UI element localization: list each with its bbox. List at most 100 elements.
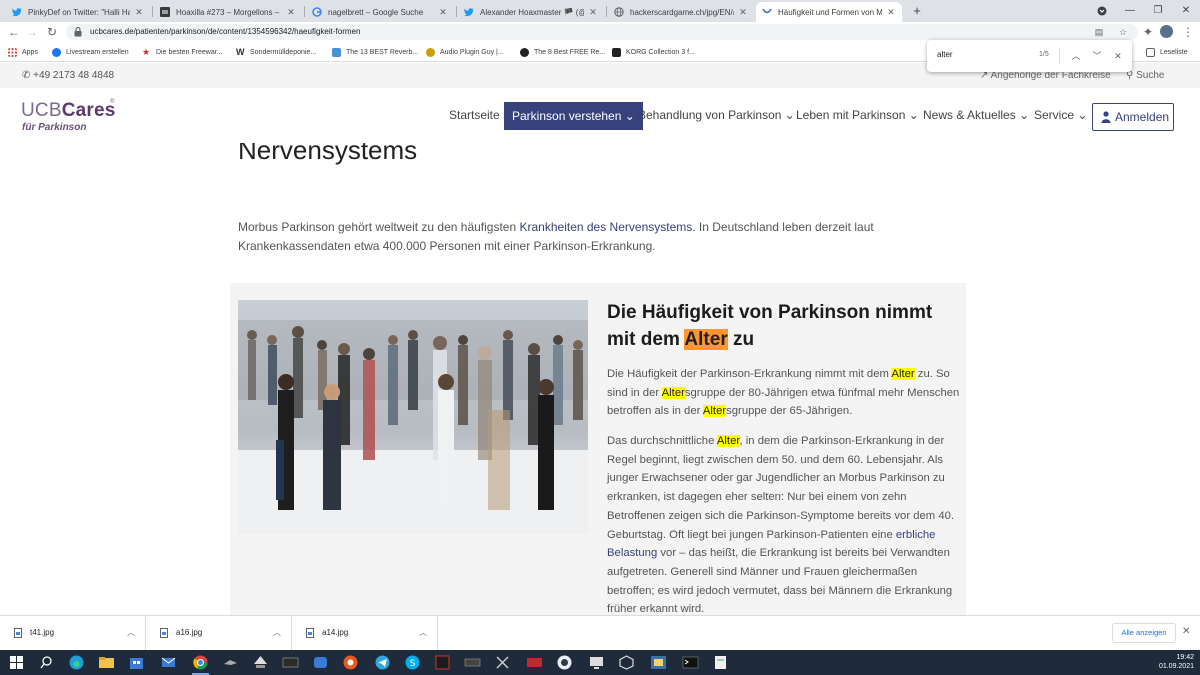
nav-parkinson-verstehen[interactable]: Parkinson verstehen ⌄: [504, 102, 643, 130]
svg-text:S: S: [410, 659, 416, 669]
tab-separator: [152, 6, 153, 17]
profile-avatar[interactable]: [1160, 25, 1173, 38]
login-button[interactable]: Anmelden: [1092, 103, 1174, 131]
logo[interactable]: UCBCares: [21, 100, 116, 122]
clock-time: 19:42: [1176, 654, 1194, 661]
bookmark-freeware[interactable]: ★ Die besten Freewar...: [142, 46, 223, 58]
chevron-up-icon[interactable]: ︿: [419, 627, 427, 638]
window-close-icon[interactable]: ✕: [1172, 0, 1200, 22]
bookmark-best-free[interactable]: The 8 Best FREE Re...: [520, 46, 605, 58]
download-shelf: t41.jpg ︿ a16.jpg ︿ a14.jpg ︿ Alle anzei…: [0, 615, 1200, 651]
nav-label: News & Aktuelles: [923, 108, 1016, 122]
notepad-icon[interactable]: [712, 654, 729, 671]
telegram-icon[interactable]: [374, 654, 391, 671]
search-label: Suche: [1136, 70, 1165, 81]
chevron-up-icon[interactable]: ︿: [127, 627, 135, 638]
app-monitor-icon[interactable]: [588, 654, 605, 671]
back-button[interactable]: ←: [6, 24, 22, 40]
minimize-icon[interactable]: —: [1116, 0, 1144, 22]
tab-1[interactable]: PinkyDef on Twitter: "Halli Hallo @ ✕: [6, 2, 150, 22]
bookmark-reverb[interactable]: The 13 BEST Reverb...: [332, 46, 418, 58]
search-icon[interactable]: [38, 654, 55, 671]
site-header: UCBCares ® für Parkinson Startseite Park…: [0, 88, 1200, 143]
app-cloud-icon[interactable]: [312, 654, 329, 671]
link-search[interactable]: ⚲ Suche: [1126, 70, 1164, 81]
find-input[interactable]: [937, 50, 1027, 59]
app-grid-red-icon[interactable]: [434, 654, 451, 671]
bookmark-plugin-guy[interactable]: Audio Plugin Guy |...: [426, 46, 504, 58]
close-icon[interactable]: ✕: [438, 7, 448, 18]
tab-2[interactable]: Hoaxilla #273 – Morgellons – HO ✕: [154, 2, 302, 22]
chevron-down-icon: ⌄: [908, 108, 919, 122]
address-bar[interactable]: ucbcares.de/patienten/parkinson/de/conte…: [66, 24, 1138, 40]
phone-number[interactable]: ✆ +49 2173 48 4848: [22, 70, 114, 81]
extensions-icon[interactable]: ✦: [1140, 24, 1156, 40]
forward-button[interactable]: →: [24, 24, 40, 40]
terminal-icon[interactable]: [682, 654, 699, 671]
restore-icon[interactable]: ❐: [1144, 0, 1172, 22]
tab-4[interactable]: Alexander Hoaxmaster 🏴 (@Ale ✕: [458, 2, 604, 22]
reading-list[interactable]: Leseliste: [1146, 46, 1188, 58]
bookmark-korg[interactable]: KORG Collection 3 f...: [612, 46, 695, 58]
app-red-badge-icon[interactable]: [526, 654, 543, 671]
plugin-icon: [426, 47, 435, 57]
store-icon[interactable]: [128, 654, 145, 671]
download-item[interactable]: a14.jpg ︿: [292, 616, 438, 651]
tab-5[interactable]: hackerscardgame.ch/jpg/EN/#a1 ✕: [608, 2, 754, 22]
show-all-downloads-button[interactable]: Alle anzeigen: [1112, 623, 1176, 643]
app-scissors-icon[interactable]: [494, 654, 511, 671]
windows-start-icon[interactable]: [8, 654, 25, 671]
close-icon[interactable]: ✕: [588, 7, 598, 18]
bookmark-sondermuell[interactable]: W Sondermülldeponie...: [236, 46, 316, 58]
app-chat-icon[interactable]: [556, 654, 573, 671]
chevron-down-icon: ⌄: [784, 108, 795, 122]
bookmark-star-icon[interactable]: ☆: [1116, 25, 1130, 39]
nav-startseite[interactable]: Startseite: [449, 108, 500, 122]
app-live-icon[interactable]: [282, 654, 299, 671]
bookmark-livestream[interactable]: Livestream erstellen: [52, 46, 129, 58]
mail-icon[interactable]: [160, 654, 177, 671]
reload-button[interactable]: ↻: [44, 24, 60, 40]
close-icon[interactable]: ✕: [1182, 626, 1190, 637]
menu-icon[interactable]: ⋮: [1180, 24, 1196, 40]
chrome-icon[interactable]: [192, 654, 209, 671]
nav-leben[interactable]: Leben mit Parkinson ⌄: [796, 108, 919, 122]
new-tab-button[interactable]: +: [908, 2, 926, 20]
close-icon[interactable]: ✕: [1110, 48, 1126, 64]
chevron-up-icon[interactable]: ︿: [1068, 48, 1084, 64]
page-content: Nervensystems Morbus Parkinson gehört we…: [0, 143, 1200, 615]
app-inkscape-icon[interactable]: [252, 654, 269, 671]
chevron-down-icon: ⌄: [624, 109, 635, 123]
chevron-up-icon[interactable]: ︿: [273, 627, 281, 638]
nav-behandlung[interactable]: Behandlung von Parkinson ⌄: [638, 108, 795, 122]
tab-search-icon[interactable]: [1088, 0, 1116, 22]
skype-icon[interactable]: S: [404, 654, 421, 671]
download-item[interactable]: t41.jpg ︿: [0, 616, 146, 651]
file-explorer-icon[interactable]: [98, 654, 115, 671]
download-item[interactable]: a16.jpg ︿: [146, 616, 292, 651]
close-icon[interactable]: ✕: [738, 7, 748, 18]
bookmark-label: Apps: [22, 48, 38, 56]
link-nervous-system-diseases[interactable]: Krankheiten des Nervensystems: [520, 220, 693, 234]
app-bird-icon[interactable]: [222, 654, 239, 671]
nav-service[interactable]: Service ⌄: [1034, 108, 1087, 122]
app-keyboard-icon[interactable]: [464, 654, 481, 671]
nav-news[interactable]: News & Aktuelles ⌄: [923, 108, 1029, 122]
close-icon[interactable]: ✕: [886, 7, 896, 18]
chevron-down-icon[interactable]: ﹀: [1089, 48, 1105, 64]
download-filename: a14.jpg: [322, 628, 349, 637]
app-window-icon[interactable]: [650, 654, 667, 671]
bookmark-apps[interactable]: Apps: [8, 46, 38, 58]
close-icon[interactable]: ✕: [286, 7, 296, 18]
tab-6-active[interactable]: Häufigkeit und Formen von Morb ✕: [756, 2, 902, 22]
app-orange-icon[interactable]: [342, 654, 359, 671]
page-action-icon[interactable]: ▤: [1092, 25, 1106, 39]
tab-title: hackerscardgame.ch/jpg/EN/#a1: [630, 7, 734, 17]
app-cube-icon[interactable]: [618, 654, 635, 671]
crowd-photo: [238, 300, 588, 534]
tab-3[interactable]: nagelbrett – Google Suche ✕: [306, 2, 454, 22]
system-clock[interactable]: 19:42 01.09.2021: [1158, 653, 1194, 671]
edge-icon[interactable]: [68, 654, 85, 671]
close-icon[interactable]: ✕: [134, 7, 144, 18]
intro-paragraph: Morbus Parkinson gehört weltweit zu den …: [238, 218, 878, 256]
